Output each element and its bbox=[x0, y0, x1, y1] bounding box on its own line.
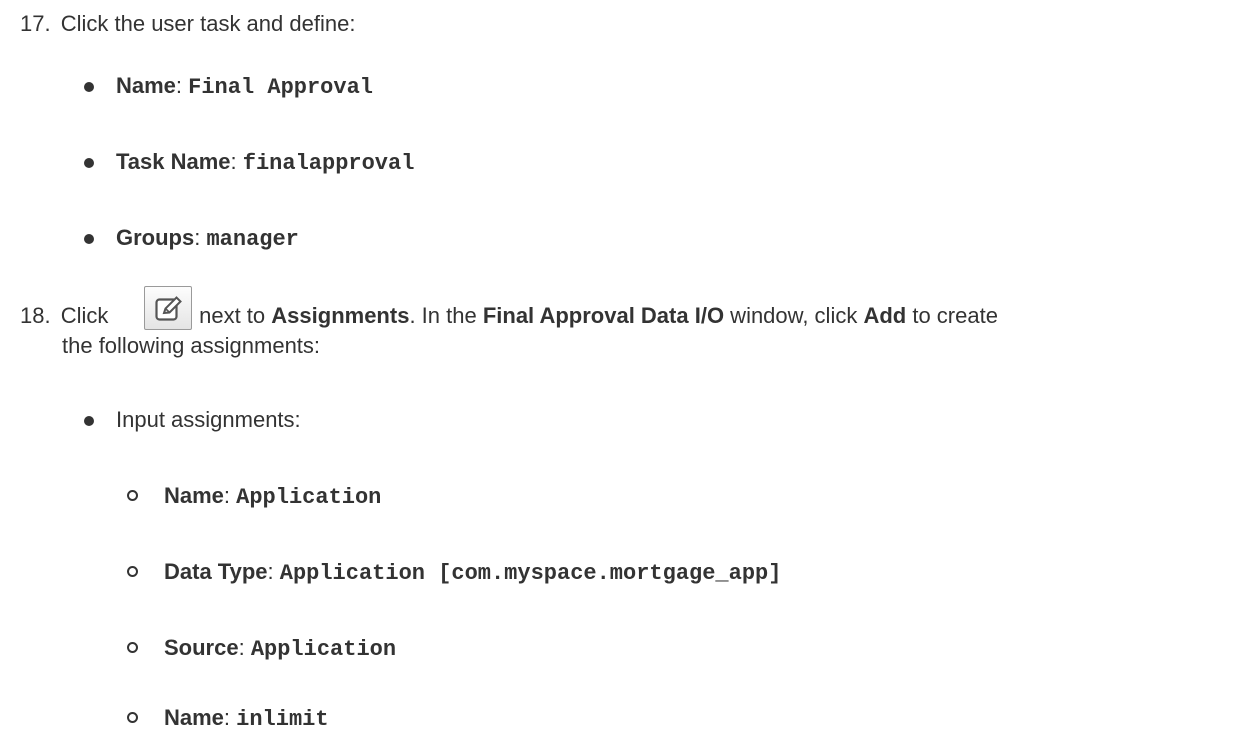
item-value: manager bbox=[206, 227, 299, 252]
list-item: Input assignments: bbox=[116, 406, 301, 434]
step-text-click: Click bbox=[60, 303, 109, 328]
item-value: Application [com.myspace.mortgage_app] bbox=[279, 561, 782, 586]
bullet bbox=[84, 82, 94, 92]
sub-list-item: Name: Application bbox=[164, 482, 381, 512]
bullet bbox=[84, 416, 94, 426]
edit-button[interactable] bbox=[144, 286, 192, 330]
text-run: window, click bbox=[724, 303, 864, 328]
list-item: Name: Final Approval bbox=[116, 72, 373, 102]
edit-icon bbox=[155, 296, 182, 321]
item-sep: : bbox=[238, 635, 251, 660]
sub-list-item: Name: inlimit bbox=[164, 704, 329, 734]
step-17: 17. Click the user task and define: bbox=[20, 10, 355, 38]
step-18: 18. Click bbox=[20, 302, 108, 330]
text-run: to create bbox=[906, 303, 998, 328]
item-label: Name bbox=[164, 705, 224, 730]
item-label: Task Name bbox=[116, 149, 231, 174]
assignments-label: Assignments bbox=[271, 303, 410, 328]
step-number: 17. bbox=[20, 11, 51, 36]
item-value: finalapproval bbox=[242, 151, 415, 176]
item-sep: : bbox=[194, 225, 207, 250]
item-sep: : bbox=[230, 149, 243, 174]
bullet-open bbox=[127, 490, 138, 501]
item-sep: : bbox=[267, 559, 280, 584]
item-value: Application bbox=[250, 637, 397, 662]
bullet-open bbox=[127, 712, 138, 723]
step-18-line-2: the following assignments: bbox=[62, 332, 320, 360]
document-page: { "step17": { "number": "17.", "text": "… bbox=[0, 0, 1237, 732]
item-value: inlimit bbox=[236, 707, 329, 732]
text-run: the following assignments: bbox=[62, 333, 321, 358]
item-sep: : bbox=[175, 73, 189, 98]
item-label: Name bbox=[164, 483, 224, 508]
text-run: . In the bbox=[409, 303, 483, 328]
item-label: Name bbox=[116, 73, 176, 98]
list-item: Groups: manager bbox=[116, 224, 299, 254]
bullet bbox=[84, 158, 94, 168]
sub-list-item: Data Type: Application [com.myspace.mort… bbox=[164, 558, 781, 588]
text-run: next to bbox=[193, 303, 272, 328]
item-sep: : bbox=[223, 705, 237, 730]
item-value: Final Approval bbox=[188, 75, 373, 100]
sub-list-item: Source: Application bbox=[164, 634, 396, 664]
window-title: Final Approval Data I/O bbox=[482, 303, 725, 328]
step-18-text: next to Assignments. In the Final Approv… bbox=[193, 302, 998, 330]
item-label: Groups bbox=[116, 225, 195, 250]
bullet bbox=[84, 234, 94, 244]
bullet-open bbox=[127, 642, 138, 653]
step-number: 18. bbox=[20, 303, 51, 328]
input-assignments-label: Input assignments: bbox=[116, 407, 301, 432]
item-value: Application bbox=[236, 485, 382, 510]
item-sep: : bbox=[223, 483, 237, 508]
add-label: Add bbox=[863, 303, 907, 328]
list-item: Task Name: finalapproval bbox=[116, 148, 414, 178]
item-label: Source bbox=[164, 635, 239, 660]
item-label: Data Type bbox=[164, 559, 268, 584]
bullet-open bbox=[127, 566, 138, 577]
step-text: Click the user task and define: bbox=[60, 11, 356, 36]
